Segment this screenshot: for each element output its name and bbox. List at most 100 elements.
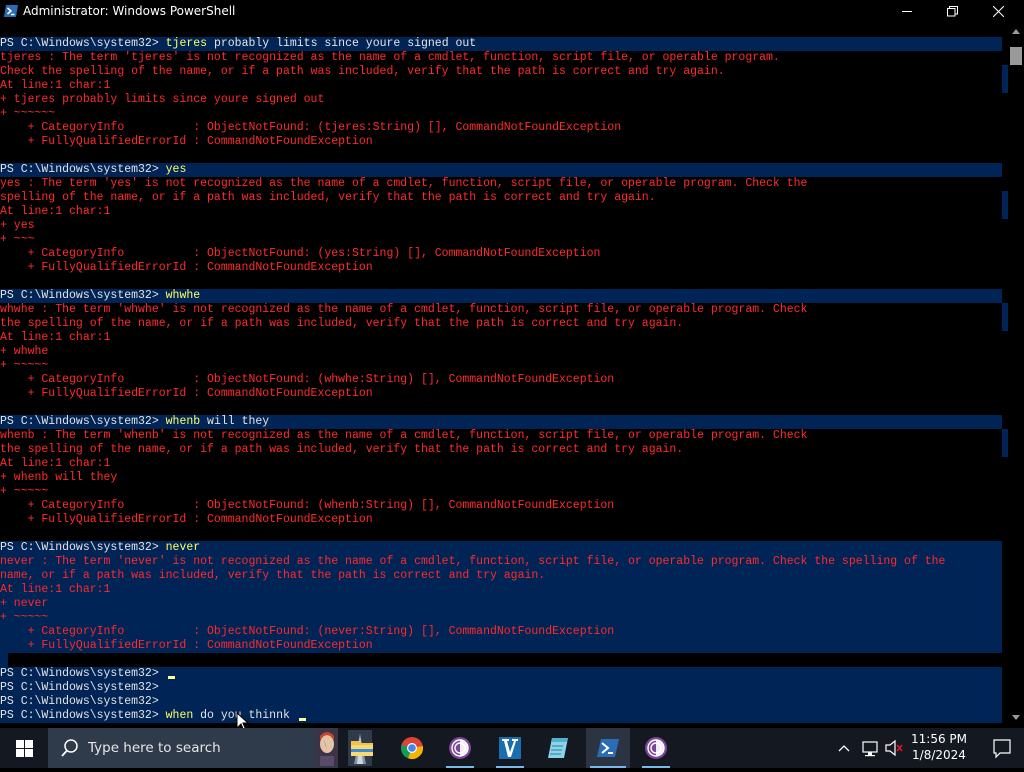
start-button[interactable] xyxy=(0,728,48,768)
console-error-line: the spelling of the name, or if a path w… xyxy=(0,443,1002,457)
prompt-path: PS C:\Windows\system32> xyxy=(0,289,166,302)
console-error-line: + yes xyxy=(0,219,1002,233)
console-error-line: Check the spelling of the name, or if a … xyxy=(0,65,1002,79)
error-text: + FullyQualifiedErrorId : CommandNotFoun… xyxy=(0,513,373,526)
error-text: + ~~~~~ xyxy=(0,485,49,498)
prompt-path: PS C:\Windows\system32> xyxy=(0,541,166,554)
console-prompt-line: PS C:\Windows\system32> whenb will they xyxy=(0,415,1002,429)
error-text: + FullyQualifiedErrorId : CommandNotFoun… xyxy=(0,387,373,400)
console-error-line: At line:1 char:1 xyxy=(0,583,1002,597)
error-text: Check the spelling of the name, or if a … xyxy=(0,65,725,78)
vertical-scrollbar[interactable] xyxy=(1008,23,1024,728)
error-text: tjeres : The term 'tjeres' is not recogn… xyxy=(0,51,780,64)
taskbar-notepad[interactable] xyxy=(536,728,580,768)
console-prompt-line: PS C:\Windows\system32> whwhe xyxy=(0,289,1002,303)
search-highlight-image[interactable] xyxy=(316,730,338,766)
show-hidden-icons-button[interactable] xyxy=(838,728,856,768)
error-text: + CategoryInfo : ObjectNotFound: (never:… xyxy=(0,625,615,638)
taskbar-clock[interactable]: 11:56 PM 1/8/2024 xyxy=(905,731,973,763)
command-arguments: probably limits since youre signed out xyxy=(207,37,477,50)
error-text: + FullyQualifiedErrorId : CommandNotFoun… xyxy=(0,135,373,148)
error-text: + ~~~~~ xyxy=(0,359,49,372)
console-error-line: + CategoryInfo : ObjectNotFound: (never:… xyxy=(0,625,1002,639)
console-prompt-line: PS C:\Windows\system32> xyxy=(0,681,1002,695)
vim-icon xyxy=(499,737,521,759)
minimize-icon xyxy=(902,11,912,12)
error-text: + FullyQualifiedErrorId : CommandNotFoun… xyxy=(0,639,373,652)
console-error-line: + ~~~~~~ xyxy=(0,107,1002,121)
close-button[interactable] xyxy=(976,0,1021,23)
folder-icon xyxy=(351,741,373,756)
console-error-line: At line:1 char:1 xyxy=(0,331,1002,345)
network-tray-button[interactable] xyxy=(860,728,880,768)
console-error-line: + FullyQualifiedErrorId : CommandNotFoun… xyxy=(0,639,1002,653)
console-prompt-line: PS C:\Windows\system32> never xyxy=(0,541,1002,555)
console-error-line: At line:1 char:1 xyxy=(0,79,1002,93)
console-error-line: spelling of the name, or if a path was i… xyxy=(0,191,1002,205)
taskbar-tor-browser-1[interactable] xyxy=(438,728,482,768)
scroll-up-arrow-icon[interactable] xyxy=(1012,29,1020,34)
console-error-line: name, or if a path was included, verify … xyxy=(0,569,1002,583)
error-text: At line:1 char:1 xyxy=(0,457,111,470)
taskbar-search-box[interactable]: Type here to search xyxy=(48,728,372,768)
command-name: tjeres xyxy=(165,37,208,50)
console-error-line: + FullyQualifiedErrorId : CommandNotFoun… xyxy=(0,261,1002,275)
window-title: Administrator: Windows PowerShell xyxy=(23,4,236,18)
console-error-line: + ~~~~~ xyxy=(0,359,1002,373)
notepad-icon xyxy=(548,738,568,758)
error-text: whwhe : The term 'whwhe' is not recogniz… xyxy=(0,303,808,316)
windows-logo-icon xyxy=(16,740,33,757)
error-text: At line:1 char:1 xyxy=(0,583,111,596)
error-text: + CategoryInfo : ObjectNotFound: (whwhe:… xyxy=(0,373,615,386)
error-text: + FullyQualifiedErrorId : CommandNotFoun… xyxy=(0,261,373,274)
prompt-path: PS C:\Windows\system32> xyxy=(0,415,166,428)
error-text: + ~~~~~~ xyxy=(0,107,56,120)
powershell-icon xyxy=(597,739,619,757)
search-placeholder: Type here to search xyxy=(88,740,221,756)
scrollbar-thumb[interactable] xyxy=(1010,47,1022,65)
title-bar[interactable]: Administrator: Windows PowerShell xyxy=(0,0,1024,23)
console-error-line: + ~~~ xyxy=(0,233,1002,247)
console-error-line: + tjeres probably limits since youre sig… xyxy=(0,93,1002,107)
taskbar: Type here to search 11:56 PM 1/8/2024 xyxy=(0,728,1024,768)
console-error-line: At line:1 char:1 xyxy=(0,205,1002,219)
error-text: + ~~~ xyxy=(0,233,35,246)
scroll-down-arrow-icon[interactable] xyxy=(1012,715,1020,720)
taskbar-tor-browser-2[interactable] xyxy=(634,728,678,768)
taskbar-chrome[interactable] xyxy=(390,728,434,768)
command-name: when xyxy=(165,709,194,722)
console-error-line: At line:1 char:1 xyxy=(0,457,1002,471)
console-output[interactable]: PS C:\Windows\system32> tjeres probably … xyxy=(0,23,1008,728)
restore-button[interactable] xyxy=(930,0,975,23)
prompt-path: PS C:\Windows\system32> xyxy=(0,695,159,708)
minimize-button[interactable] xyxy=(885,0,930,23)
powershell-icon xyxy=(4,5,18,17)
error-text: never : The term 'never' is not recogniz… xyxy=(0,555,946,568)
console-error-line: yes : The term 'yes' is not recognized a… xyxy=(0,177,1002,191)
error-text: + yes xyxy=(0,219,35,232)
chrome-icon xyxy=(401,737,423,760)
taskbar-powershell[interactable] xyxy=(586,728,630,768)
error-text: + ~~~~~ xyxy=(0,611,49,624)
error-text: the spelling of the name, or if a path w… xyxy=(0,443,684,456)
console-error-line: whenb : The term 'whenb' is not recogniz… xyxy=(0,429,1002,443)
notification-center-button[interactable] xyxy=(980,728,1024,768)
clock-time: 11:56 PM xyxy=(911,732,967,746)
console-prompt-line: PS C:\Windows\system32> when do you thin… xyxy=(0,709,1002,723)
prompt-path: PS C:\Windows\system32> xyxy=(0,681,159,694)
error-text: + CategoryInfo : ObjectNotFound: (whenb:… xyxy=(0,499,615,512)
error-text: + tjeres probably limits since youre sig… xyxy=(0,93,325,106)
clock-date: 1/8/2024 xyxy=(912,748,966,762)
taskbar-vim[interactable] xyxy=(488,728,532,768)
taskbar-file-explorer[interactable] xyxy=(340,728,384,768)
console-prompt-line: PS C:\Windows\system32> xyxy=(0,695,1002,709)
console-error-line: + never xyxy=(0,597,1002,611)
console-error-line: whwhe : The term 'whwhe' is not recogniz… xyxy=(0,303,1002,317)
error-text: + whwhe xyxy=(0,345,49,358)
error-text: + CategoryInfo : ObjectNotFound: (tjeres… xyxy=(0,121,622,134)
volume-tray-button[interactable] xyxy=(884,728,904,768)
prompt-path: PS C:\Windows\system32> xyxy=(0,667,166,680)
search-icon xyxy=(61,739,78,757)
command-arguments: will they xyxy=(200,415,270,428)
